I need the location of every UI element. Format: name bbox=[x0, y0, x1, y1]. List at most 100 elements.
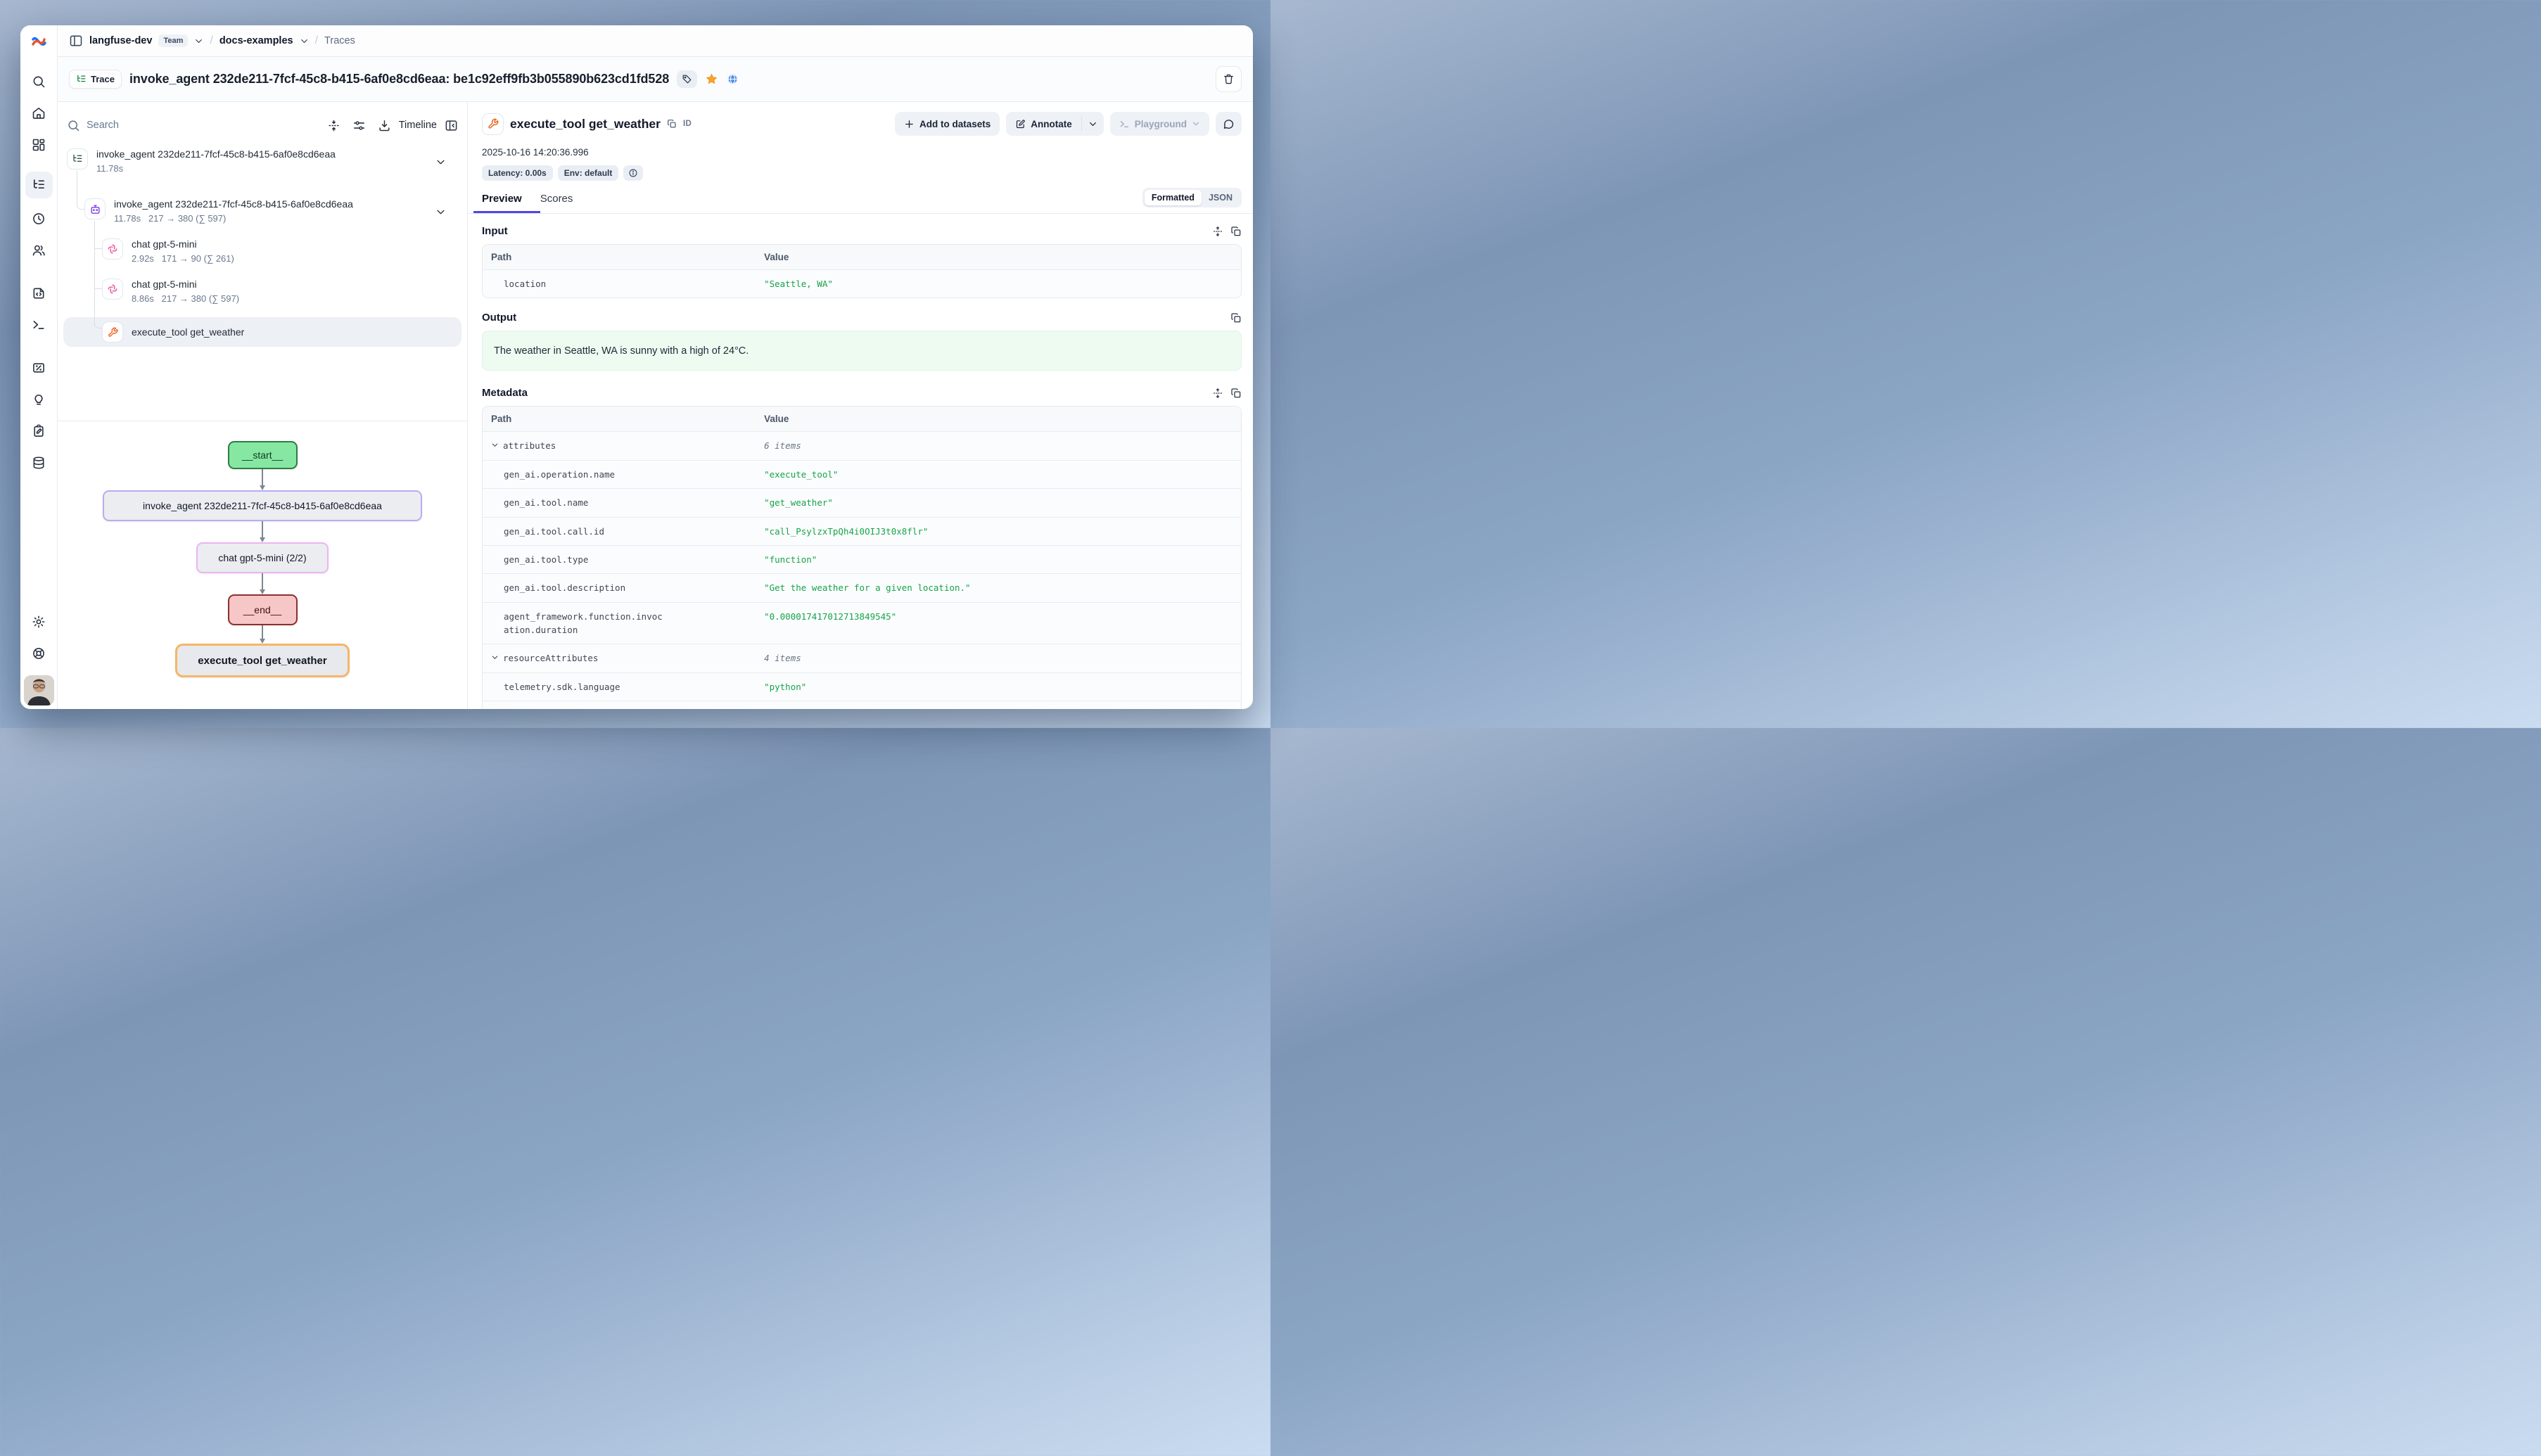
copy-icon[interactable] bbox=[1230, 388, 1242, 399]
span-title: execute_tool get_weather bbox=[132, 326, 244, 338]
table-row: gen_ai.tool.type "function" bbox=[483, 546, 1241, 574]
trash-icon bbox=[1223, 73, 1235, 85]
project-name[interactable]: docs-examples bbox=[219, 35, 293, 46]
public-globe-icon[interactable] bbox=[726, 72, 739, 86]
graph-node-chat[interactable]: chat gpt-5-mini (2/2) bbox=[196, 542, 329, 573]
llm-node-badge bbox=[102, 279, 123, 300]
wrench-icon bbox=[488, 118, 499, 129]
detail-tabs: Preview Scores Formatted JSON bbox=[482, 191, 1244, 213]
span-detail-panel: execute_tool get_weather ID Add to datas… bbox=[468, 102, 1253, 709]
home-icon[interactable] bbox=[32, 106, 46, 120]
tab-scores[interactable]: Scores bbox=[540, 193, 573, 213]
prompts-file-icon[interactable] bbox=[32, 286, 46, 300]
sidebar-toggle-icon[interactable] bbox=[69, 34, 83, 48]
org-chevron-down-icon[interactable] bbox=[194, 37, 203, 46]
datasets-db-icon[interactable] bbox=[32, 456, 46, 470]
trace-listtree-icon bbox=[76, 74, 87, 84]
span-title: chat gpt-5-mini bbox=[132, 238, 234, 250]
table-row: telemetry.sdk.name "opentelemetry" bbox=[483, 701, 1241, 709]
sessions-clock-icon[interactable] bbox=[32, 212, 46, 226]
table-row: agent_framework.function.invocation.dura… bbox=[483, 603, 1241, 645]
graph-node-invoke-agent[interactable]: invoke_agent 232de211-7fcf-45c8-b415-6af… bbox=[103, 490, 422, 521]
add-to-datasets-button[interactable]: Add to datasets bbox=[895, 112, 1000, 136]
evaluation-percent-icon[interactable] bbox=[32, 361, 46, 375]
tree-row-chat-span-1[interactable]: chat gpt-5-mini 2.92s 171 → 90 (∑ 261) bbox=[63, 238, 461, 279]
table-row: gen_ai.tool.description "Get the weather… bbox=[483, 574, 1241, 602]
agent-graph: __start__ invoke_agent 232de211-7fcf-45c… bbox=[58, 421, 467, 709]
span-title: invoke_agent 232de211-7fcf-45c8-b415-6af… bbox=[114, 198, 353, 210]
users-icon[interactable] bbox=[32, 243, 46, 257]
copy-icon[interactable] bbox=[1230, 312, 1242, 324]
timeline-toggle[interactable]: Timeline bbox=[399, 120, 437, 131]
tree-row-tool-span-selected[interactable]: execute_tool get_weather bbox=[63, 317, 461, 347]
table-row-group[interactable]: attributes 6 items bbox=[483, 432, 1241, 460]
graph-node-execute-tool[interactable]: execute_tool get_weather bbox=[175, 644, 350, 677]
group-chevron-icon bbox=[491, 653, 499, 661]
table-row: telemetry.sdk.language "python" bbox=[483, 673, 1241, 701]
support-lifebuoy-icon[interactable] bbox=[32, 646, 46, 660]
copy-id-icon[interactable] bbox=[667, 119, 677, 129]
annotate-dropdown-chevron[interactable] bbox=[1082, 112, 1104, 136]
comments-button[interactable] bbox=[1216, 112, 1242, 136]
terminal-icon bbox=[1119, 119, 1130, 129]
table-row-group[interactable]: resourceAttributes 4 items bbox=[483, 644, 1241, 672]
insights-bulb-icon[interactable] bbox=[32, 392, 46, 407]
org-name[interactable]: langfuse-dev bbox=[89, 35, 152, 46]
view-settings-icon[interactable] bbox=[352, 119, 366, 132]
span-detail-title: execute_tool get_weather bbox=[510, 117, 661, 132]
expand-section-icon[interactable] bbox=[1212, 388, 1223, 399]
robot-icon bbox=[89, 203, 101, 215]
breadcrumb-section[interactable]: Traces bbox=[324, 35, 355, 46]
search-input[interactable] bbox=[87, 120, 321, 131]
bookmark-star-icon[interactable] bbox=[705, 72, 718, 86]
delete-trace-button[interactable] bbox=[1216, 66, 1242, 92]
tag-icon bbox=[682, 74, 692, 84]
tree-row-chat-span-2[interactable]: chat gpt-5-mini 8.86s 217 → 380 (∑ 597) bbox=[63, 279, 461, 319]
search-nav-icon[interactable] bbox=[32, 75, 46, 89]
format-toggle-formatted[interactable]: Formatted bbox=[1145, 190, 1202, 205]
info-badge[interactable] bbox=[623, 165, 643, 181]
tree-row-root-trace[interactable]: invoke_agent 232de211-7fcf-45c8-b415-6af… bbox=[63, 148, 461, 189]
output-section-title: Output bbox=[482, 312, 516, 324]
wrench-icon bbox=[108, 327, 118, 338]
tree-row-agent-span[interactable]: invoke_agent 232de211-7fcf-45c8-b415-6af… bbox=[63, 198, 461, 239]
graph-node-end[interactable]: __end__ bbox=[228, 594, 298, 625]
playground-terminal-icon[interactable] bbox=[32, 318, 46, 332]
tag-button[interactable] bbox=[677, 70, 697, 88]
trace-header-bar: Trace invoke_agent 232de211-7fcf-45c8-b4… bbox=[58, 56, 1253, 102]
row-chevron-down-icon[interactable] bbox=[435, 207, 446, 217]
user-avatar[interactable] bbox=[24, 675, 54, 705]
format-toggle-json[interactable]: JSON bbox=[1202, 190, 1240, 205]
table-row: gen_ai.operation.name "execute_tool" bbox=[483, 461, 1241, 489]
id-label[interactable]: ID bbox=[683, 120, 692, 128]
trace-title: invoke_agent 232de211-7fcf-45c8-b415-6af… bbox=[129, 72, 669, 87]
download-icon[interactable] bbox=[378, 119, 391, 132]
project-chevron-down-icon[interactable] bbox=[300, 37, 309, 46]
group-chevron-icon bbox=[491, 441, 499, 449]
annotate-split-button: Annotate bbox=[1006, 112, 1104, 136]
org-type-badge: Team bbox=[158, 34, 188, 47]
copy-icon[interactable] bbox=[1230, 226, 1242, 237]
collapse-panel-icon[interactable] bbox=[445, 119, 458, 132]
annotation-clipboard-icon[interactable] bbox=[32, 424, 46, 438]
graph-edge bbox=[260, 573, 265, 594]
graph-node-start[interactable]: __start__ bbox=[228, 441, 298, 469]
expand-section-icon[interactable] bbox=[1212, 226, 1223, 237]
row-chevron-down-icon[interactable] bbox=[435, 157, 446, 167]
breadcrumb-separator: / bbox=[210, 34, 212, 47]
tab-preview[interactable]: Preview bbox=[482, 193, 522, 213]
playground-button[interactable]: Playground bbox=[1110, 112, 1209, 136]
annotate-button[interactable]: Annotate bbox=[1006, 112, 1081, 136]
settings-gear-icon[interactable] bbox=[32, 615, 46, 629]
column-header-path: Path bbox=[483, 245, 756, 269]
tree-connector bbox=[94, 249, 102, 289]
table-row: location "Seattle, WA" bbox=[483, 270, 1241, 298]
search-icon bbox=[67, 119, 80, 132]
tracing-icon[interactable] bbox=[32, 178, 46, 192]
plus-icon bbox=[904, 119, 915, 129]
collapse-all-icon[interactable] bbox=[327, 119, 340, 132]
dashboard-icon[interactable] bbox=[32, 138, 46, 152]
span-tree: Timeline invoke_agent 232de211-7fcf-45c bbox=[58, 102, 467, 421]
trace-node-badge bbox=[67, 148, 88, 170]
span-timestamp: 2025-10-16 14:20:36.996 bbox=[482, 147, 1242, 158]
